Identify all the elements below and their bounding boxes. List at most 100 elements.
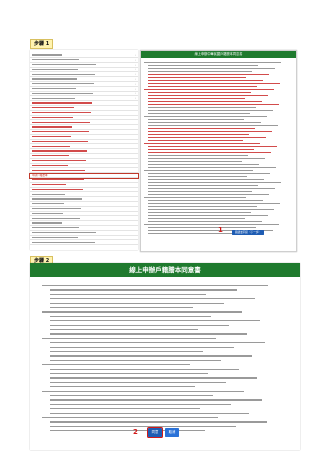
sidebar-item[interactable] xyxy=(30,150,138,154)
document-text-line xyxy=(42,390,244,392)
sidebar-item-text-placeholder xyxy=(32,112,91,114)
sidebar-item[interactable] xyxy=(30,193,138,198)
panel-text-line xyxy=(148,149,254,151)
document-text-line xyxy=(50,355,252,357)
agree-button[interactable]: 同意 xyxy=(146,426,164,439)
sidebar-item-text-placeholder xyxy=(32,78,77,80)
sidebar-item[interactable] xyxy=(30,184,138,188)
chevron-right-icon: › xyxy=(134,54,136,57)
sidebar-item[interactable] xyxy=(30,136,138,140)
panel-text-line xyxy=(144,89,274,91)
sidebar-item[interactable] xyxy=(30,102,138,106)
sidebar-item[interactable] xyxy=(30,217,138,222)
step-marker-2: 2 xyxy=(133,428,138,436)
sidebar-item-text-placeholder xyxy=(32,131,89,133)
sidebar-item-text-placeholder xyxy=(32,97,75,99)
panel-text-line xyxy=(148,125,278,127)
sidebar-item-text-placeholder xyxy=(32,126,72,128)
panel-text-line xyxy=(148,182,281,184)
sidebar-item[interactable]: › xyxy=(30,83,138,87)
sidebar-item[interactable] xyxy=(30,169,138,174)
sidebar-item[interactable] xyxy=(30,112,138,116)
document-text-line xyxy=(42,417,218,419)
sidebar-item[interactable] xyxy=(30,241,138,246)
step-marker-1: 1 xyxy=(218,226,223,234)
sidebar-item[interactable] xyxy=(30,116,138,121)
sidebar-item[interactable] xyxy=(30,232,138,236)
sidebar-item[interactable] xyxy=(30,121,138,126)
panel-text-line xyxy=(148,191,252,193)
sidebar-item-highlighted[interactable]: 申請戶籍謄本 xyxy=(29,173,139,179)
document-text-line xyxy=(50,346,234,348)
sidebar-item[interactable] xyxy=(30,227,138,231)
sidebar-item[interactable] xyxy=(30,203,138,207)
sidebar-item[interactable] xyxy=(30,188,138,193)
sidebar-item[interactable] xyxy=(30,179,138,183)
panel-text-line xyxy=(148,92,251,94)
chevron-right-icon: › xyxy=(134,73,136,77)
panel-text-line xyxy=(148,77,246,79)
sidebar-item-text-placeholder xyxy=(32,83,94,85)
panel-text-line xyxy=(148,203,280,205)
sidebar-item[interactable]: › xyxy=(30,54,138,58)
sidebar-item[interactable] xyxy=(30,131,138,135)
panel-text-line xyxy=(148,65,258,67)
document-text-line xyxy=(42,285,268,287)
sidebar-item[interactable] xyxy=(30,155,138,159)
panel-text-line xyxy=(148,107,256,109)
panel-text-line xyxy=(148,155,248,157)
sidebar-item[interactable]: › xyxy=(30,68,138,73)
panel-text-line xyxy=(148,221,262,223)
sidebar-item[interactable] xyxy=(30,107,138,111)
sidebar-item-text-placeholder xyxy=(32,188,83,190)
document-text-line xyxy=(50,351,203,353)
sidebar-item-text-placeholder xyxy=(32,212,63,214)
sidebar-item-text-placeholder xyxy=(32,54,62,56)
panel-text-line xyxy=(144,116,267,118)
panel-text-line xyxy=(148,179,264,181)
sidebar-item-text-placeholder xyxy=(32,193,65,195)
sidebar-item[interactable] xyxy=(30,236,138,241)
sidebar-item-text-placeholder xyxy=(32,208,81,210)
document-text-line xyxy=(42,311,242,313)
panel-text-line xyxy=(148,215,268,217)
document-text-line xyxy=(50,425,236,427)
sidebar-item[interactable] xyxy=(30,160,138,164)
sidebar-item[interactable] xyxy=(30,212,138,217)
document-text-line xyxy=(50,395,213,397)
sidebar-menu: › › › › › › › › › › 申請戶籍謄本 xyxy=(29,50,139,250)
sidebar-item[interactable]: › xyxy=(30,59,138,63)
read-and-agree-button[interactable]: 閱讀並同意（下一步） xyxy=(232,230,264,235)
cancel-button[interactable]: 取消 xyxy=(165,428,179,437)
document-text-line xyxy=(50,324,229,326)
sidebar-item-text-placeholder xyxy=(32,145,70,147)
sidebar-item[interactable]: › xyxy=(30,88,138,92)
sidebar-item[interactable] xyxy=(30,145,138,150)
sidebar-item[interactable] xyxy=(30,140,138,145)
panel-text-line xyxy=(148,173,270,175)
panel-text-line xyxy=(148,176,247,178)
sidebar-item[interactable] xyxy=(30,164,138,169)
sidebar-item[interactable] xyxy=(30,198,138,202)
sidebar-item[interactable]: › xyxy=(30,78,138,82)
panel-text-line xyxy=(148,113,250,115)
document-text-line xyxy=(50,373,208,375)
sidebar-item[interactable]: › xyxy=(30,97,138,102)
document-text-line xyxy=(50,381,226,383)
sidebar-item-text-placeholder xyxy=(32,64,96,66)
panel-text-line xyxy=(144,143,260,145)
document-text-line xyxy=(50,315,211,317)
document-header: 線上申辦戶籍謄本同意書 xyxy=(30,263,300,277)
sidebar-item[interactable]: › xyxy=(30,92,138,97)
panel-text-line xyxy=(148,83,280,85)
consent-panel: 線上申辦中華民國戶籍謄本同意書 xyxy=(140,50,297,252)
panel-text-line xyxy=(148,161,242,163)
sidebar-item[interactable] xyxy=(30,222,138,226)
panel-text-line xyxy=(148,110,273,112)
sidebar-item-text-placeholder xyxy=(32,164,68,166)
sidebar-item[interactable]: › xyxy=(30,73,138,78)
sidebar-item[interactable] xyxy=(30,208,138,212)
sidebar-item[interactable]: › xyxy=(30,64,138,68)
panel-text-line xyxy=(148,131,272,133)
sidebar-item[interactable] xyxy=(30,126,138,130)
